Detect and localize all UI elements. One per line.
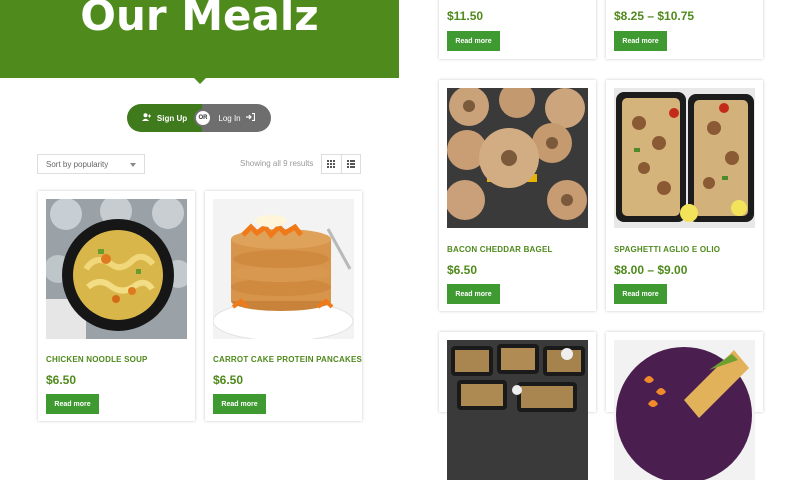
product-image[interactable]: [614, 340, 755, 480]
product-price: $8.00 – $9.00: [614, 263, 688, 277]
product-price: $11.50: [447, 9, 484, 23]
banner-notch: [194, 78, 206, 84]
product-price: $8.25 – $10.75: [614, 9, 695, 23]
read-more-button[interactable]: Read more: [213, 394, 266, 414]
login-label: Log In: [218, 113, 241, 123]
product-price: $6.50: [213, 373, 244, 387]
read-more-button[interactable]: Read more: [447, 31, 500, 51]
sort-value: Sort by popularity: [46, 159, 109, 169]
read-more-button[interactable]: Read more: [447, 284, 500, 304]
result-count: Showing all 9 results: [240, 159, 314, 168]
user-plus-icon: [141, 113, 152, 123]
product-image[interactable]: [46, 199, 187, 339]
product-card: [606, 332, 763, 480]
product-image[interactable]: [614, 88, 755, 228]
product-card: CARROT CAKE PROTEIN PANCAKES $6.50 Read …: [205, 191, 362, 421]
sort-select[interactable]: Sort by popularity: [37, 154, 145, 174]
signup-button[interactable]: Sign Up: [127, 104, 202, 132]
product-card: $11.50 Read more: [439, 0, 596, 59]
read-more-button[interactable]: Read more: [46, 394, 99, 414]
product-card: CHICKEN NOODLE SOUP $6.50 Read more: [38, 191, 195, 421]
login-button[interactable]: Log In: [202, 104, 271, 132]
read-more-button[interactable]: Read more: [614, 284, 667, 304]
sign-in-icon: [245, 112, 255, 123]
or-divider: OR: [194, 109, 212, 127]
product-price: $6.50: [447, 263, 478, 277]
chevron-down-icon: [130, 160, 136, 169]
list-icon: [346, 155, 355, 173]
product-card: [439, 332, 596, 480]
grid-icon: [327, 155, 336, 173]
list-view-button[interactable]: [340, 155, 361, 173]
product-price: $6.50: [46, 373, 77, 387]
page-title: Our Mealz: [80, 0, 319, 40]
product-image[interactable]: [447, 340, 588, 480]
grid-view-button[interactable]: [322, 155, 341, 173]
product-name[interactable]: SPAGHETTI AGLIO E OLIO: [614, 245, 720, 254]
product-name[interactable]: BACON CHEDDAR BAGEL: [447, 245, 553, 254]
product-card: $8.25 – $10.75 Read more: [606, 0, 763, 59]
product-name[interactable]: CARROT CAKE PROTEIN PANCAKES: [213, 355, 362, 364]
read-more-button[interactable]: Read more: [614, 31, 667, 51]
product-image[interactable]: [447, 88, 588, 228]
view-toggle: [321, 154, 361, 174]
product-name[interactable]: CHICKEN NOODLE SOUP: [46, 355, 148, 364]
signup-label: Sign Up: [156, 113, 188, 123]
product-card: SPAGHETTI AGLIO E OLIO $8.00 – $9.00 Rea…: [606, 80, 763, 311]
product-card: BACON CHEDDAR BAGEL $6.50 Read more: [439, 80, 596, 311]
product-image[interactable]: [213, 199, 354, 339]
